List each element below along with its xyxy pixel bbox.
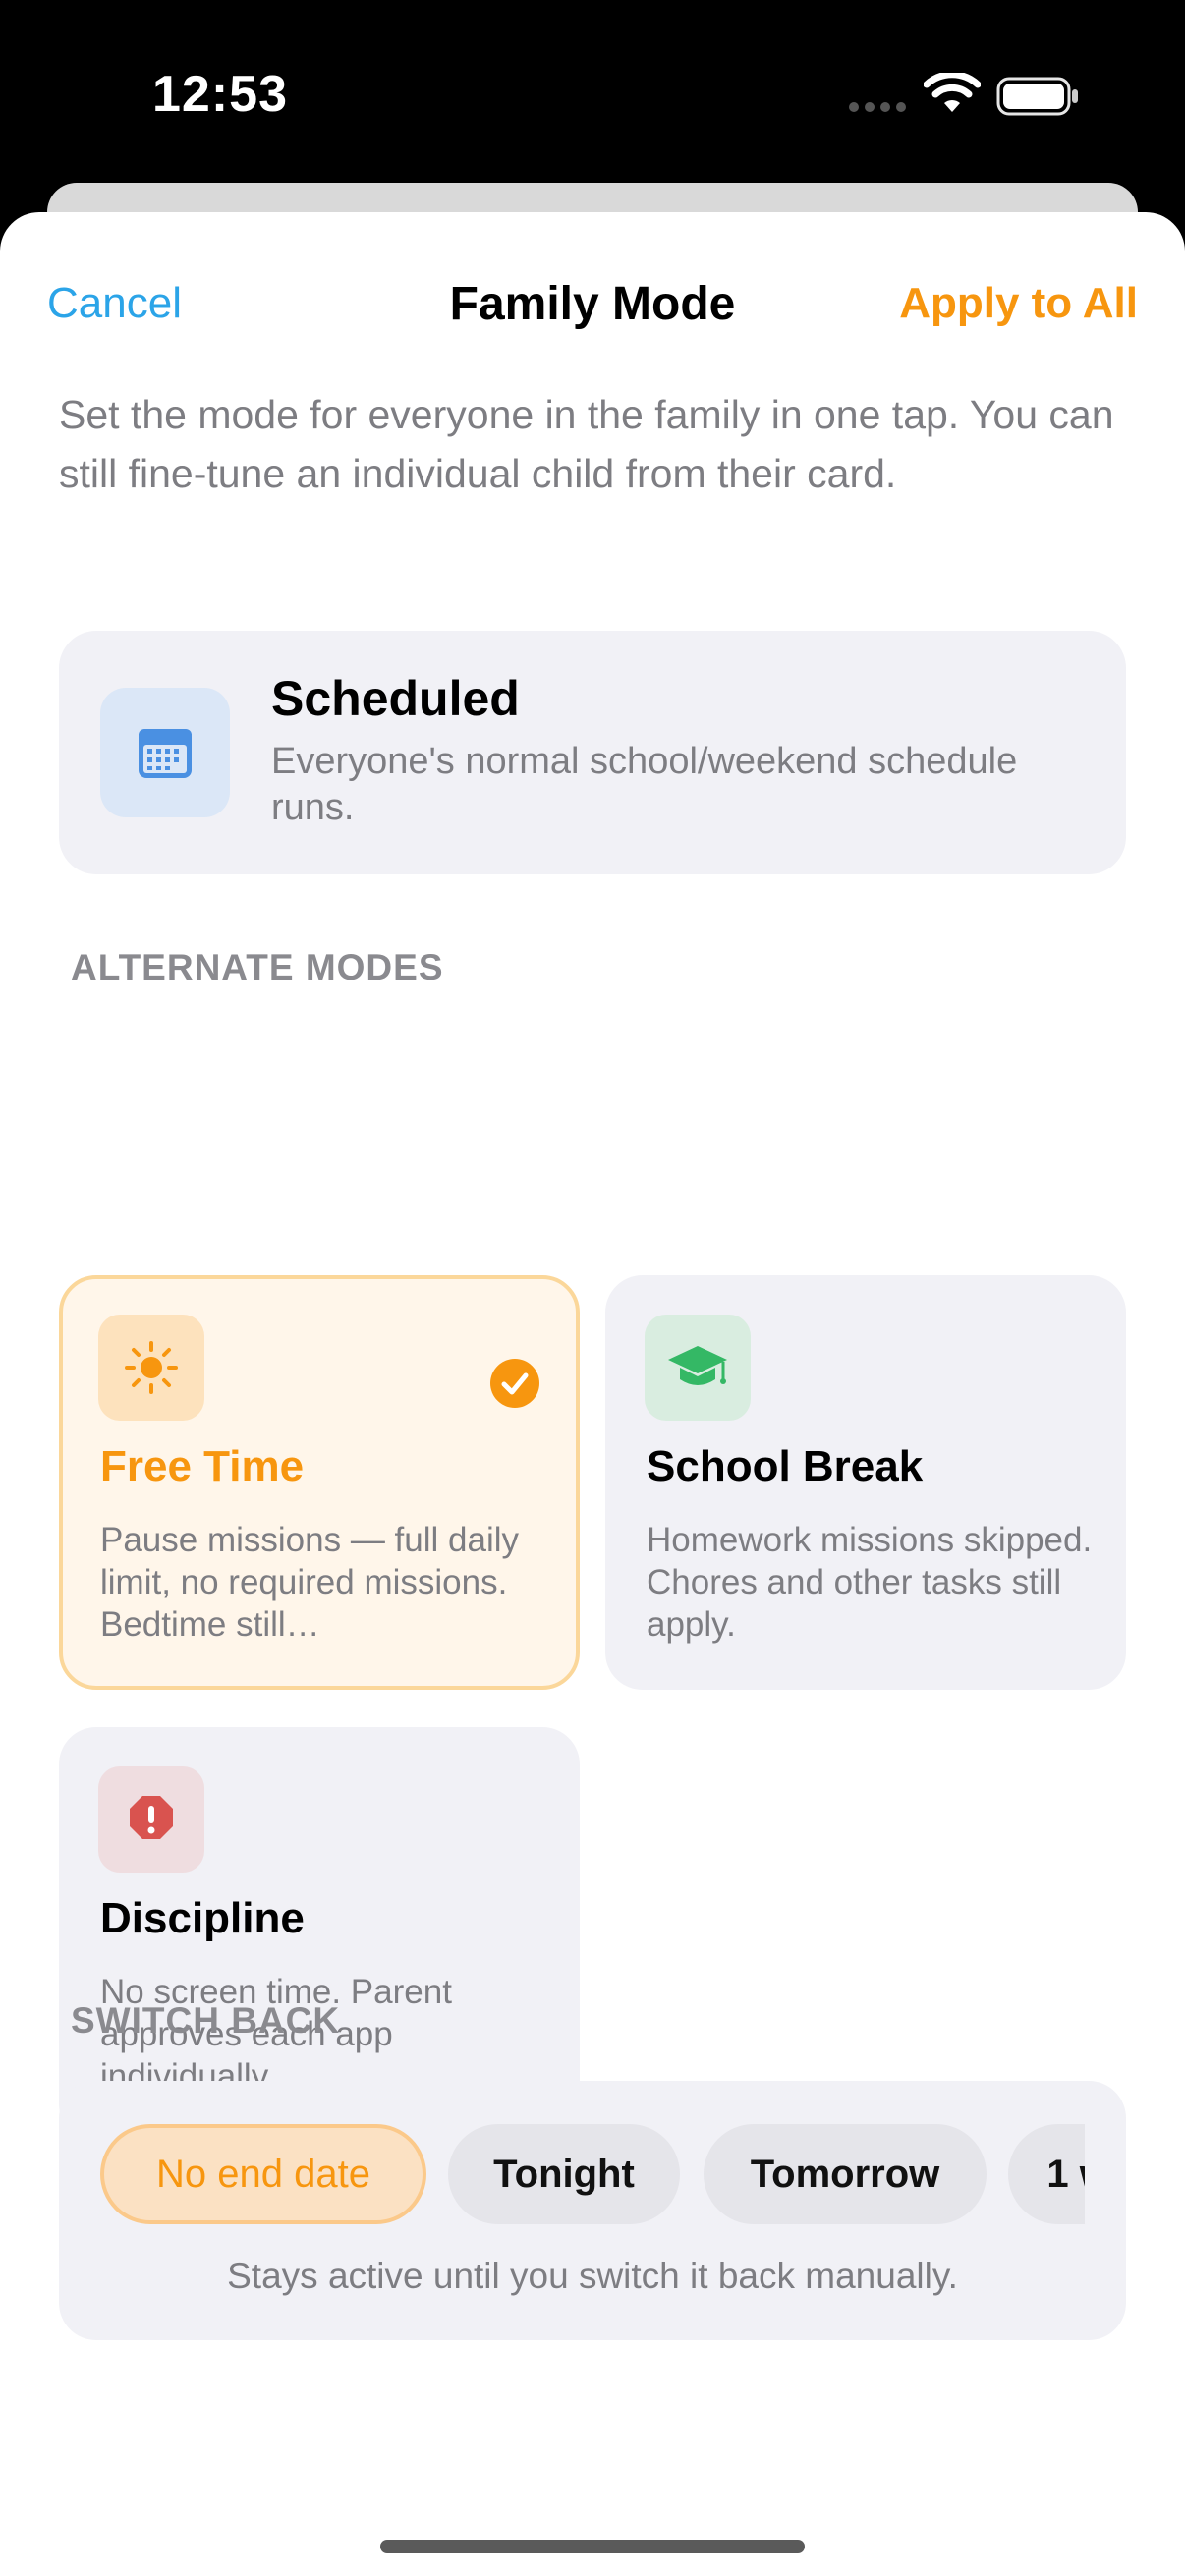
status-bar: 12:53	[0, 0, 1185, 196]
free-time-title: Free Time	[100, 1442, 305, 1490]
scheduled-description: Everyone's normal school/weekend schedul…	[271, 741, 1018, 828]
family-mode-sheet: Cancel Family Mode Apply to All Set the …	[0, 212, 1185, 2576]
mode-card-school-break[interactable]: School Break Homework missions skipped. …	[605, 1275, 1126, 1690]
discipline-title: Discipline	[100, 1894, 305, 1942]
cancel-button[interactable]: Cancel	[47, 279, 182, 328]
school-break-icon-box	[645, 1315, 751, 1421]
intro-text: Set the mode for everyone in the family …	[59, 392, 1114, 496]
alternate-modes-header: ALTERNATE MODES	[71, 947, 444, 987]
chip-tomorrow[interactable]: Tomorrow	[704, 2124, 987, 2224]
wifi-icon	[924, 73, 981, 112]
apply-to-all-button[interactable]: Apply to All	[899, 279, 1138, 328]
home-indicator[interactable]	[380, 2540, 805, 2553]
battery-icon	[996, 77, 1078, 116]
switch-back-card: No end date Tonight Tomorrow 1 week Stay…	[59, 2081, 1126, 2340]
chip-tonight[interactable]: Tonight	[448, 2124, 680, 2224]
scheduled-icon-box	[100, 688, 230, 817]
cellular-signal-icon	[849, 102, 908, 112]
graduation-cap-icon	[668, 1346, 727, 1385]
switch-back-options[interactable]: No end date Tonight Tomorrow 1 week	[100, 2124, 1085, 2224]
free-time-icon-box	[98, 1315, 204, 1421]
calendar-icon	[139, 729, 192, 778]
switch-back-header: SWITCH BACK	[71, 2000, 341, 2041]
chip-no-end-date[interactable]: No end date	[100, 2124, 426, 2224]
scheduled-title: Scheduled	[271, 671, 520, 726]
checkmark-icon	[490, 1359, 539, 1408]
discipline-icon-box	[98, 1766, 204, 1873]
stop-octagon-icon	[130, 1796, 173, 1839]
school-break-title: School Break	[647, 1442, 924, 1490]
school-break-description: Homework missions skipped. Chores and ot…	[647, 1521, 1093, 1644]
status-time: 12:53	[152, 66, 288, 123]
scheduled-mode-card[interactable]: Scheduled Everyone's normal school/weeke…	[59, 631, 1126, 874]
chip-1-week[interactable]: 1 week	[1008, 2124, 1085, 2224]
free-time-description: Pause missions — full daily limit, no re…	[100, 1521, 519, 1644]
mode-card-free-time[interactable]: Free Time Pause missions — full daily li…	[59, 1275, 580, 1690]
mode-card-discipline[interactable]: Discipline No screen time. Parent approv…	[59, 1727, 580, 2142]
sun-icon	[125, 1341, 178, 1394]
switch-back-caption: Stays active until you switch it back ma…	[227, 2256, 958, 2296]
